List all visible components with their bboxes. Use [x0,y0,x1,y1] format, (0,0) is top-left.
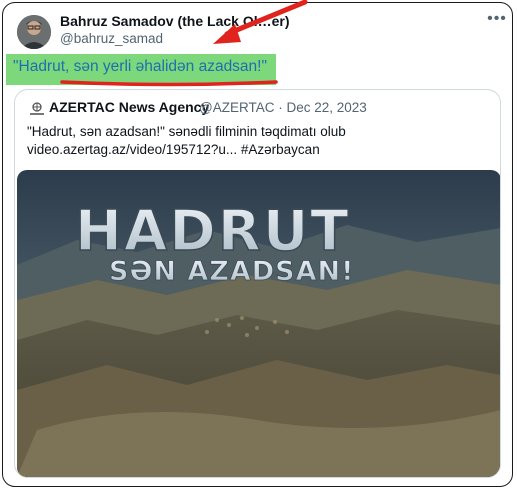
media-title: HADRUT [75,199,350,264]
quote-source-handle[interactable]: @AZERTAC [199,100,274,115]
quote-meta: @AZERTAC · Dec 22, 2023 [199,100,367,115]
quote-source-name[interactable]: AZERTAC News Agency [49,99,209,115]
author-handle[interactable]: @bahruz_samad [60,31,163,46]
media-subtitle: SƏN AZADSAN! [109,256,354,287]
separator-dot: · [278,100,283,115]
azertac-logo-icon [30,102,44,115]
avatar[interactable] [17,15,51,49]
quoted-tweet[interactable]: AZERTAC News Agency @AZERTAC · Dec 22, 2… [14,89,501,478]
red-underline-annotation [60,80,278,87]
red-arrow-annotation [213,0,308,44]
more-icon[interactable]: ••• [484,9,510,29]
quote-text-line2[interactable]: video.azertag.az/video/195712?u... #Azər… [27,142,320,157]
video-thumbnail[interactable]: HADRUT SƏN AZADSAN! [17,170,500,477]
tweet-text: "Hadrut, sən yerli əhalidən azadsan!" [13,58,267,75]
quote-date[interactable]: Dec 22, 2023 [287,100,367,115]
quote-text-line1: "Hadrut, sən azadsan!" sənədli filminin … [27,124,346,139]
